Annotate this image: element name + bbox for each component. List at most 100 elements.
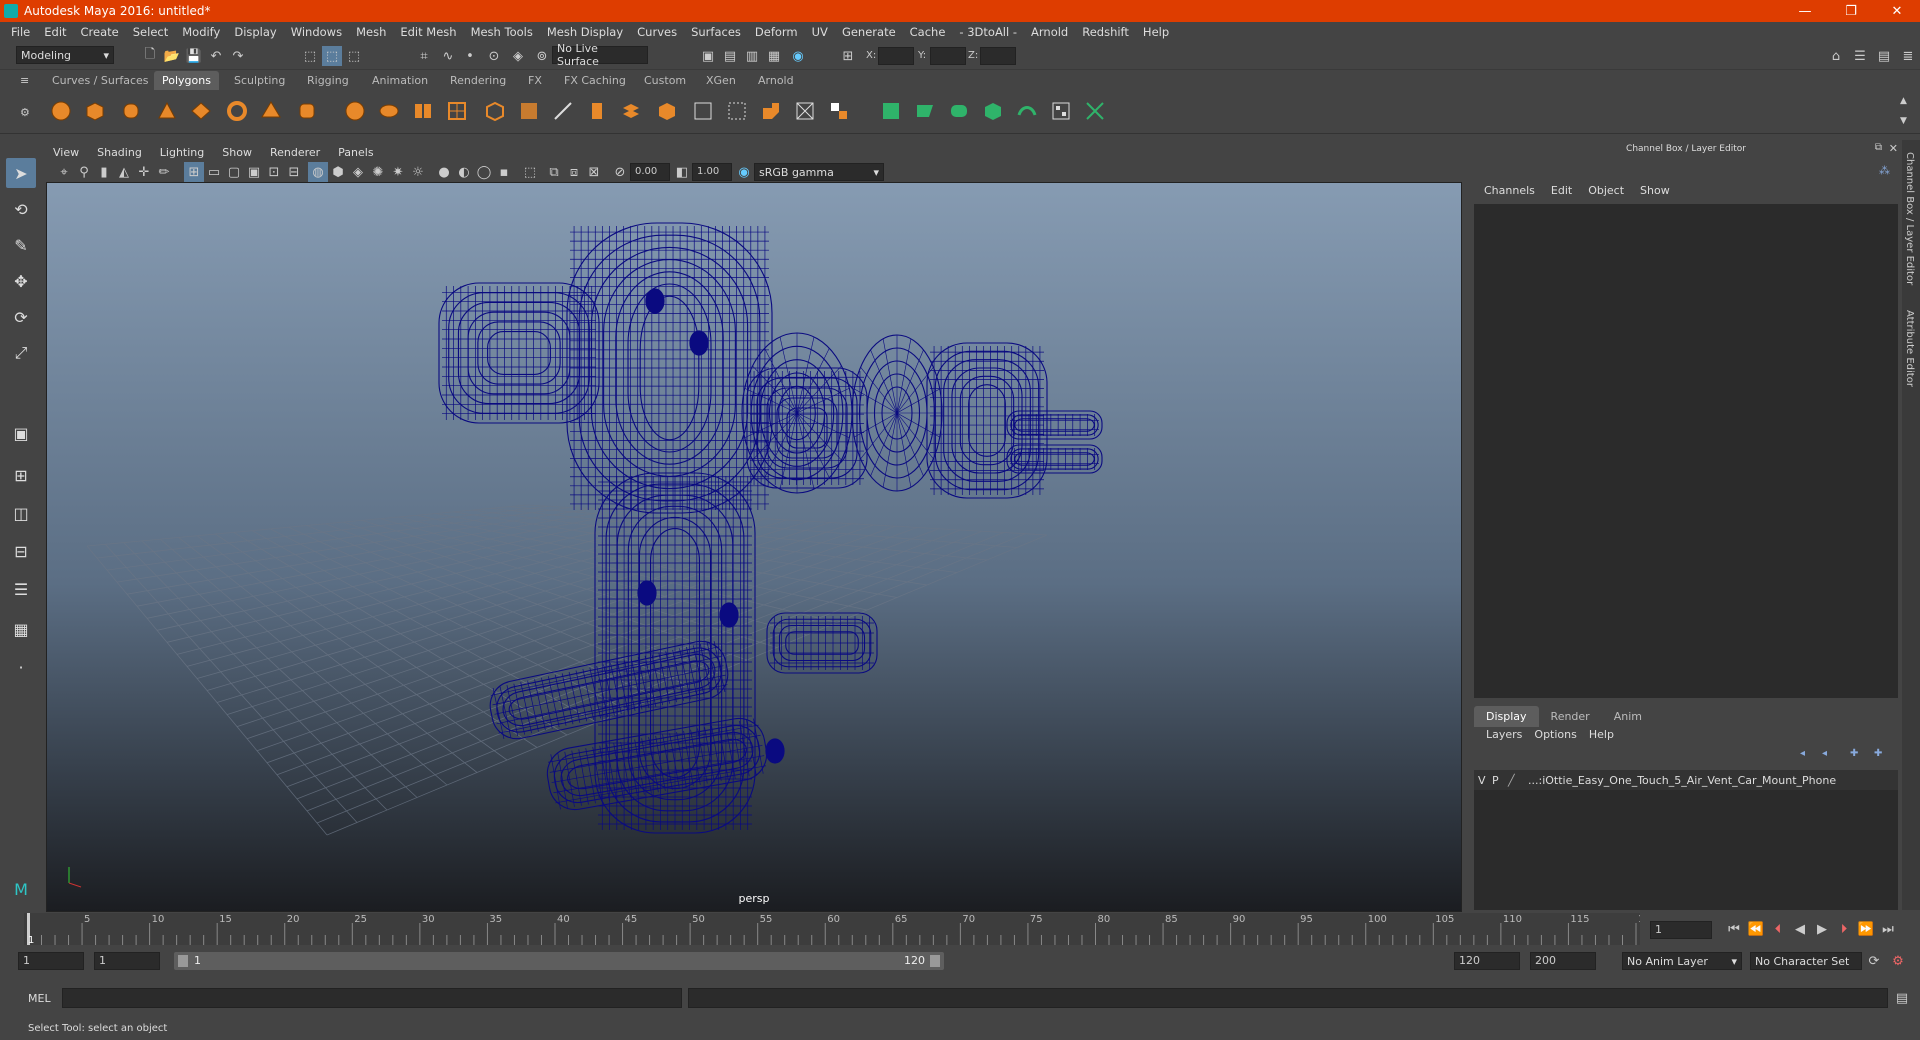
xray-icon[interactable]: ⧉ [544, 162, 564, 182]
perspective-viewport[interactable]: persp [46, 182, 1462, 912]
redo-icon[interactable]: ↷ [228, 46, 248, 66]
rotate-tool-icon[interactable]: ⟳ [6, 302, 36, 332]
shadows-icon[interactable]: ☼ [408, 162, 428, 182]
playback-start-field[interactable]: 1 [94, 952, 160, 970]
shelf-options-icon[interactable]: ⚙ [20, 106, 30, 119]
textured-icon[interactable]: ✺ [368, 162, 388, 182]
layer-playback-toggle[interactable]: P [1488, 774, 1508, 787]
new-layer-selected-icon[interactable]: ✚ [1874, 748, 1882, 759]
screw-detail[interactable] [719, 602, 739, 628]
menu-uv[interactable]: UV [805, 25, 835, 39]
left-clamp-arm[interactable] [438, 282, 600, 424]
menu-edit-mesh[interactable]: Edit Mesh [393, 25, 463, 39]
close-button[interactable]: ✕ [1874, 0, 1920, 22]
hypershade-icon[interactable]: ◉ [788, 46, 808, 66]
menu-create[interactable]: Create [74, 25, 126, 39]
menu-3dtoall[interactable]: - 3DtoAll - [952, 25, 1024, 39]
menu-curves[interactable]: Curves [630, 25, 684, 39]
tab-anim[interactable]: Anim [1602, 706, 1654, 727]
menu-windows[interactable]: Windows [284, 25, 349, 39]
y-field[interactable] [930, 47, 966, 65]
ambient-occlusion-icon[interactable]: ● [434, 162, 454, 182]
snap-surface-icon[interactable]: ◈ [508, 46, 528, 66]
tab-display[interactable]: Display [1474, 706, 1539, 727]
viewport-menu-lighting[interactable]: Lighting [151, 146, 213, 159]
poly-torus-icon[interactable] [226, 100, 248, 122]
snap-curve-icon[interactable]: ∿ [438, 46, 458, 66]
attribute-editor-icon[interactable]: ☰ [1850, 46, 1870, 66]
transform-mode-icon[interactable]: ⊞ [838, 46, 858, 66]
object-menu[interactable]: Object [1580, 184, 1632, 197]
paint-select-tool-icon[interactable]: ✎ [6, 230, 36, 260]
tab-fx-caching[interactable]: FX Caching [556, 71, 634, 90]
screw-detail[interactable] [637, 580, 657, 606]
channel-box-toggle-icon[interactable]: ⁂ [1879, 164, 1890, 177]
ipr-render-icon[interactable]: ▥ [742, 46, 762, 66]
single-perspective-layout-icon[interactable]: ▣ [6, 418, 36, 448]
gamma-icon[interactable]: ◧ [672, 162, 692, 182]
lasso-tool-icon[interactable]: ⟲ [6, 194, 36, 224]
two-pane-stacked-layout-icon[interactable]: ⊟ [6, 536, 36, 566]
tab-fx[interactable]: FX [520, 71, 550, 90]
minimize-button[interactable]: — [1782, 0, 1828, 22]
snap-grid-icon[interactable]: ⌗ [414, 46, 434, 66]
anti-aliasing-icon[interactable]: ◯ [474, 162, 494, 182]
select-by-component-icon[interactable]: ⬚ [344, 46, 364, 66]
gamma-field[interactable]: 1.00 [692, 163, 732, 181]
menu-deform[interactable]: Deform [748, 25, 805, 39]
live-surface-field[interactable]: No Live Surface [552, 42, 648, 68]
grease-pencil-icon[interactable]: ✏ [154, 162, 174, 182]
scene-canvas[interactable] [47, 183, 1462, 912]
select-by-hierarchy-icon[interactable]: ⬚ [300, 46, 320, 66]
cut-uv-icon[interactable] [1084, 100, 1106, 122]
layer-row[interactable]: V P ╱ ...:iOttie_Easy_One_Touch_5_Air_Ve… [1474, 770, 1898, 790]
gate-mask-icon[interactable]: ▣ [244, 162, 264, 182]
shelf-scroll-down-icon[interactable]: ▼ [1900, 116, 1907, 126]
append-icon[interactable] [620, 100, 642, 122]
play-backwards-icon[interactable]: ◀ [1790, 919, 1810, 939]
current-frame-field[interactable]: 1 [1650, 921, 1712, 939]
isolate-select-icon[interactable]: ⬚ [520, 162, 540, 182]
view-transform-dropdown[interactable]: sRGB gamma ▾ [754, 163, 884, 181]
xray-components-icon[interactable]: ⊠ [584, 162, 604, 182]
mount-body-upper[interactable] [566, 222, 773, 514]
move-layer-up-icon[interactable]: ◂ [1800, 748, 1805, 759]
xray-joints-icon[interactable]: ⧈ [564, 162, 584, 182]
make-live-icon[interactable]: ⊚ [532, 46, 552, 66]
viewport-menu-renderer[interactable]: Renderer [261, 146, 329, 159]
poke-icon[interactable] [828, 100, 850, 122]
separate-icon[interactable] [378, 100, 400, 122]
menu-modify[interactable]: Modify [175, 25, 227, 39]
film-gate-icon[interactable]: ▭ [204, 162, 224, 182]
screw-detail[interactable] [645, 288, 665, 314]
x-field[interactable] [878, 47, 914, 65]
wedge-icon[interactable] [794, 100, 816, 122]
insert-edge-loop-icon[interactable] [692, 100, 714, 122]
image-plane-icon[interactable]: ◭ [114, 162, 134, 182]
new-layer-icon[interactable]: ✚ [1850, 748, 1858, 759]
poly-pipe-icon[interactable] [296, 100, 318, 122]
menu-display[interactable]: Display [227, 25, 283, 39]
play-forwards-icon[interactable]: ▶ [1812, 919, 1832, 939]
time-slider[interactable]: 5 10 15 20 25 30 35 40 45 50 55 60 65 70 75 80 85 90 95 100… [24, 913, 1657, 946]
mirror-icon[interactable] [412, 100, 434, 122]
move-layer-down-icon[interactable]: ◂ [1822, 748, 1827, 759]
playback-end-field[interactable]: 120 [1454, 952, 1520, 970]
target-weld-icon[interactable] [760, 100, 782, 122]
menu-mesh[interactable]: Mesh [349, 25, 393, 39]
tool-settings-icon[interactable]: ▤ [1874, 46, 1894, 66]
poly-cylinder-icon[interactable] [120, 100, 142, 122]
step-back-frame-icon[interactable]: ⏪ [1746, 919, 1766, 939]
command-input[interactable] [62, 988, 682, 1008]
layout-uv-icon[interactable] [1050, 100, 1072, 122]
move-tool-icon[interactable]: ✥ [6, 266, 36, 296]
color-management-icon[interactable]: ◉ [734, 162, 754, 182]
tab-arnold[interactable]: Arnold [750, 71, 802, 90]
tab-xgen[interactable]: XGen [698, 71, 744, 90]
lower-foot-right[interactable] [543, 714, 770, 813]
character-set-dropdown[interactable]: No Character Set [1750, 952, 1862, 970]
z-field[interactable] [980, 47, 1016, 65]
menu-mesh-tools[interactable]: Mesh Tools [464, 25, 540, 39]
planar-map-icon[interactable] [914, 100, 936, 122]
poly-sphere-icon[interactable] [50, 100, 72, 122]
